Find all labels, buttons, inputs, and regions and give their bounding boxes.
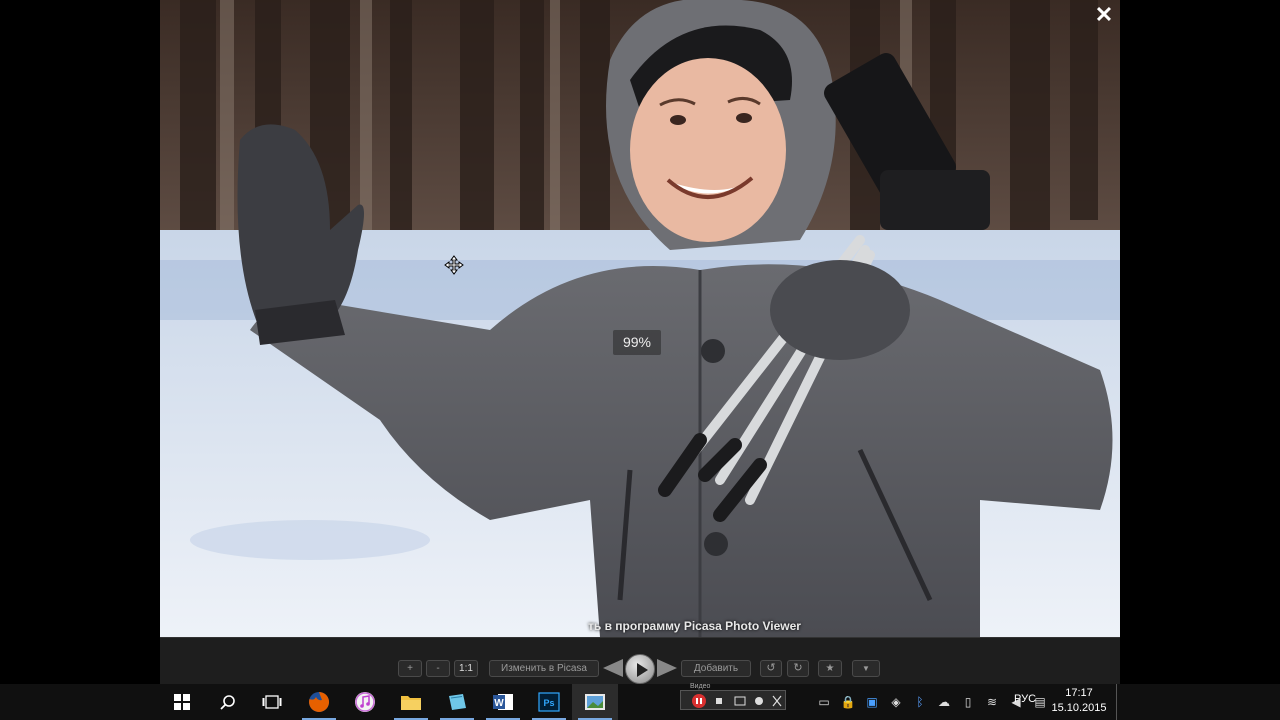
- photo-image: [160, 0, 1120, 637]
- screen-icon: [734, 696, 746, 706]
- notepad-icon: [449, 694, 466, 710]
- security-icon[interactable]: ▣: [863, 695, 881, 709]
- word-taskbar-button[interactable]: W: [480, 684, 526, 720]
- record-icon: [692, 694, 706, 708]
- star-icon[interactable]: ★: [818, 660, 842, 677]
- picasa-taskbar-button[interactable]: [572, 684, 618, 720]
- webcam-icon: [755, 697, 763, 705]
- start-button[interactable]: [159, 684, 205, 720]
- battery-icon[interactable]: ▯: [959, 695, 977, 709]
- move-cursor-icon: [444, 255, 464, 275]
- edit-in-picasa-button[interactable]: Изменить в Picasa: [489, 660, 599, 677]
- drive-icon[interactable]: ▭: [815, 695, 833, 709]
- actual-size-button[interactable]: 1:1: [454, 660, 478, 677]
- onedrive-icon[interactable]: ☁: [935, 695, 953, 709]
- notepad-taskbar-button[interactable]: [434, 684, 480, 720]
- wifi-icon[interactable]: ≋: [983, 695, 1001, 709]
- close-icon[interactable]: ✕: [1092, 4, 1116, 28]
- windows-icon: [174, 694, 190, 710]
- clock-time: 17:17: [1065, 687, 1093, 699]
- rotate-right-icon[interactable]: ↻: [787, 660, 809, 677]
- folder-icon: [401, 696, 421, 710]
- photo-caption: ть в программу Picasa Photo Viewer: [588, 619, 801, 633]
- show-desktop-button[interactable]: [1116, 684, 1120, 720]
- recorder-label: Видео: [690, 683, 711, 690]
- photo[interactable]: [160, 0, 1120, 637]
- play-button[interactable]: [625, 654, 655, 684]
- photoshop-icon: Ps: [538, 692, 560, 712]
- bluetooth-icon[interactable]: ᛒ: [911, 695, 929, 709]
- more-options-icon[interactable]: ▼: [852, 660, 880, 677]
- task-view-icon: [262, 695, 282, 709]
- task-view-button[interactable]: [249, 684, 295, 720]
- system-clock[interactable]: 17:17 15.10.2015: [1046, 686, 1112, 716]
- picasa-icon: [585, 694, 605, 710]
- zoom-out-button[interactable]: -: [426, 660, 450, 677]
- search-button[interactable]: [205, 684, 251, 720]
- itunes-taskbar-button[interactable]: [342, 684, 388, 720]
- search-icon: [220, 695, 235, 710]
- photoshop-taskbar-button[interactable]: Ps: [526, 684, 572, 720]
- recorder-controls: [692, 694, 782, 708]
- stop-icon: [716, 698, 722, 704]
- explorer-taskbar-button[interactable]: [388, 684, 434, 720]
- recorder-panel: [680, 690, 786, 710]
- language-indicator[interactable]: РУС: [1014, 693, 1036, 705]
- add-button[interactable]: Добавить: [681, 660, 751, 677]
- clock-date: 15.10.2015: [1051, 702, 1107, 714]
- svg-text:W: W: [494, 698, 504, 709]
- firefox-taskbar-button[interactable]: [296, 684, 342, 720]
- shield-icon[interactable]: ◈: [887, 695, 905, 709]
- zoom-level-badge: 99%: [613, 330, 661, 355]
- playback-controls: [603, 653, 677, 684]
- play-icon: [637, 663, 648, 677]
- word-icon: W: [493, 694, 513, 710]
- zoom-in-button[interactable]: +: [398, 660, 422, 677]
- svg-text:Ps: Ps: [543, 698, 554, 708]
- itunes-icon: [355, 692, 375, 712]
- firefox-icon: [309, 691, 330, 712]
- lock-icon[interactable]: 🔒: [839, 695, 857, 709]
- rotate-left-icon[interactable]: ↺: [760, 660, 782, 677]
- next-arrow-icon[interactable]: [657, 659, 677, 677]
- previous-arrow-icon[interactable]: [603, 659, 623, 677]
- screen: ✕ 99% ть в программу Picasa Photo Viewer…: [0, 0, 1280, 720]
